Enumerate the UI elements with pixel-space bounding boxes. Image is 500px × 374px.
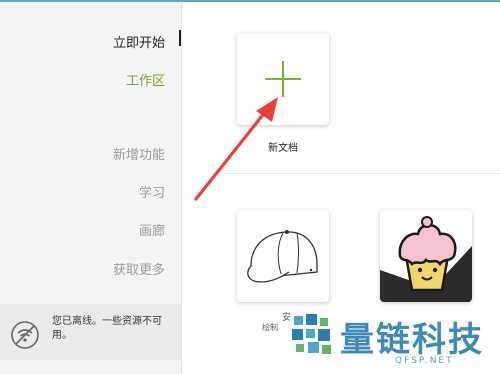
section-divider [222,173,500,174]
watermark-domain-text: QFSP.NET [395,356,454,366]
sidebar-item-get-more[interactable]: 获取更多 [113,259,165,278]
sidebar-item-workspace[interactable]: 工作区 [126,70,165,89]
offline-icon [11,321,39,349]
watermark-brand-text: 量链科技 [340,320,484,360]
template-thumbnail-cap[interactable] [237,210,329,302]
sidebar-item-gallery[interactable]: 画廊 [139,220,165,239]
watermark-logo-icon [292,314,331,354]
template-sublabel-cap: 绘制 [262,323,278,332]
sidebar-divider [181,2,182,374]
offline-message: 您已离线。一些资源不可用。 [52,316,162,341]
cap-icon [247,230,318,283]
sidebar-item-whats-new[interactable]: 新增功能 [113,144,165,163]
offline-notice: 您已离线。一些资源不可用。 [0,304,181,360]
sidebar-item-start[interactable]: 立即开始 [113,32,165,51]
sidebar-item-learn[interactable]: 学习 [139,182,165,201]
pointer-arrow [194,97,278,201]
template-thumbnail-cupcake[interactable] [380,210,472,302]
cupcake-icon [380,210,472,302]
sidebar: 立即开始 工作区 新增功能 学习 画廊 获取更多 您已离线。一些资源不可用。 [0,2,181,374]
